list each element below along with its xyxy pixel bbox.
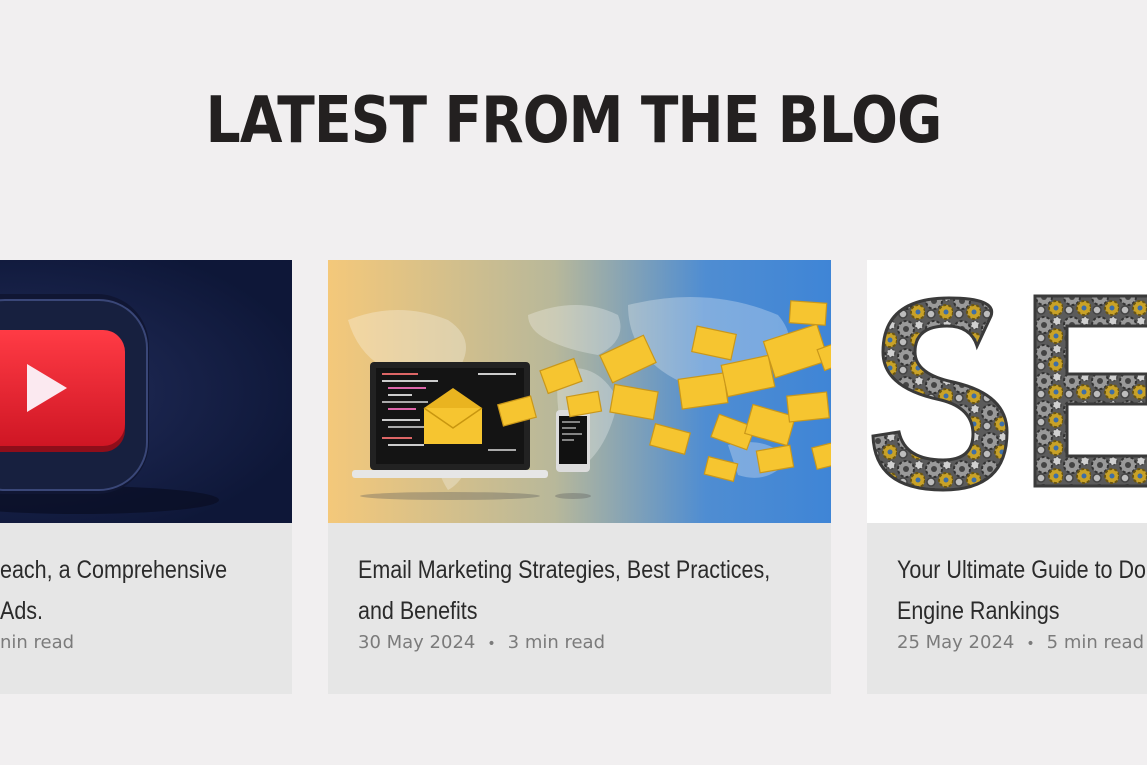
blog-card-meta: 30 May 2024 • 3 min read — [358, 632, 808, 653]
blog-card[interactable]: each, a Comprehensive Ads. nin read — [0, 260, 292, 694]
meta-separator: • — [1026, 636, 1035, 652]
publish-date: 25 May 2024 — [897, 632, 1015, 653]
blog-card[interactable]: Email Marketing Strategies, Best Practic… — [328, 260, 831, 694]
publish-date: 30 May 2024 — [358, 632, 476, 653]
email-marketing-illustration — [328, 260, 831, 523]
blog-card-image[interactable] — [328, 260, 831, 523]
blog-card-image[interactable] — [867, 260, 1147, 523]
blog-card-title-line: and Benefits — [358, 597, 478, 625]
seo-gears-illustration — [867, 260, 1147, 523]
blog-card-title[interactable]: each, a Comprehensive Ads. — [0, 550, 292, 632]
blog-card-body: Your Ultimate Guide to Do Engine Ranking… — [897, 550, 1147, 653]
blog-card-title-line: Email Marketing Strategies, Best Practic… — [358, 556, 771, 584]
read-time: 3 min read — [507, 632, 606, 653]
blog-card-image[interactable] — [0, 260, 292, 523]
youtube-logo-icon — [0, 260, 292, 523]
section-title: LATEST FROM THE BLOG — [205, 84, 943, 158]
blog-card-title[interactable]: Your Ultimate Guide to Do Engine Ranking… — [897, 550, 1147, 632]
blog-card-title-line: Engine Rankings — [897, 597, 1060, 625]
blog-carousel[interactable]: each, a Comprehensive Ads. nin read Emai… — [0, 260, 1147, 695]
blog-card-meta: nin read — [0, 632, 292, 653]
read-time: 5 min read — [1046, 632, 1145, 653]
blog-card-title[interactable]: Email Marketing Strategies, Best Practic… — [358, 550, 805, 632]
blog-card-body: Email Marketing Strategies, Best Practic… — [358, 550, 808, 653]
blog-card-meta: 25 May 2024 • 5 min read — [897, 632, 1147, 653]
blog-card-body: each, a Comprehensive Ads. nin read — [0, 550, 239, 653]
read-time: nin read — [0, 632, 75, 653]
blog-card[interactable]: Your Ultimate Guide to Do Engine Ranking… — [867, 260, 1147, 694]
blog-card-title-line: Your Ultimate Guide to Do — [897, 556, 1146, 584]
blog-card-title-line: Ads. — [0, 597, 44, 625]
meta-separator: • — [487, 636, 496, 652]
blog-card-title-line: each, a Comprehensive — [0, 556, 228, 584]
blog-section: LATEST FROM THE BLOG each, a Comprehensi… — [0, 0, 1147, 765]
